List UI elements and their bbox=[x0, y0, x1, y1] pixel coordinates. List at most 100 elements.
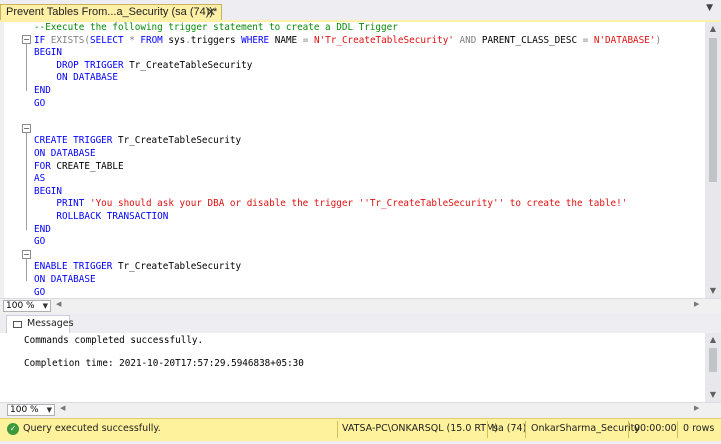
code-token: 'You should ask your DBA or disable the … bbox=[89, 198, 628, 210]
status-divider bbox=[677, 421, 678, 438]
code-token: GO bbox=[34, 236, 46, 248]
code-line: IF EXISTS(SELECT * FROM sys.triggers WHE… bbox=[34, 35, 661, 48]
scroll-right-icon[interactable]: ▶ bbox=[694, 404, 699, 412]
tab-messages[interactable]: Messages bbox=[6, 315, 74, 333]
code-line: ROLLBACK TRANSACTION bbox=[34, 211, 168, 224]
status-database: OnkarSharma_Security bbox=[531, 423, 641, 434]
code-token: IF bbox=[34, 34, 51, 46]
code-token: ENABLE TRIGGER bbox=[34, 261, 118, 273]
status-user: sa (74) bbox=[493, 423, 527, 434]
editor-zoom-select[interactable]: 100 % ▼ bbox=[3, 300, 51, 312]
code-token: PARENT_CLASS_DESC bbox=[481, 34, 583, 46]
code-line: END bbox=[34, 224, 51, 237]
code-line: FOR CREATE_TABLE bbox=[34, 161, 124, 174]
code-token: ON DATABASE bbox=[34, 274, 96, 285]
code-line: AS bbox=[34, 173, 45, 186]
code-token: GO bbox=[34, 97, 46, 109]
code-line: GO bbox=[34, 287, 45, 298]
code-token: CREATE_TABLE bbox=[56, 160, 124, 172]
code-token: END bbox=[34, 223, 51, 235]
fold-guide bbox=[26, 133, 27, 230]
status-message: Query executed successfully. bbox=[23, 423, 161, 434]
status-bar: ✓ Query executed successfully. VATSA-PC\… bbox=[0, 418, 721, 441]
code-token: BEGIN bbox=[34, 47, 62, 59]
messages-pane[interactable]: Commands completed successfully. Complet… bbox=[0, 333, 705, 402]
code-token: DROP TRIGGER bbox=[56, 59, 130, 71]
code-line: BEGIN bbox=[34, 186, 62, 199]
status-divider bbox=[628, 421, 629, 438]
code-line: BEGIN bbox=[34, 47, 62, 60]
scroll-right-icon[interactable]: ▶ bbox=[694, 300, 699, 308]
scrollbar-thumb[interactable] bbox=[709, 348, 717, 372]
code-token: AND bbox=[459, 34, 482, 46]
code-token: --Execute the following trigger statemen… bbox=[34, 22, 398, 33]
scroll-left-icon[interactable]: ◀ bbox=[60, 404, 65, 412]
code-token: BEGIN bbox=[34, 185, 62, 197]
close-icon[interactable]: ✕ bbox=[206, 5, 216, 20]
editor-zoom-value: 100 % bbox=[6, 301, 35, 311]
code-token: NAME bbox=[274, 34, 303, 46]
code-token: ROLLBACK TRANSACTION bbox=[56, 211, 169, 222]
fold-guide bbox=[26, 259, 27, 281]
code-token: N'Tr_CreateTableSecurity' bbox=[313, 34, 454, 46]
scroll-up-icon[interactable]: ▲ bbox=[705, 22, 721, 36]
results-zoom-select[interactable]: 100 % ▼ bbox=[7, 404, 55, 416]
tab-overflow-dropdown-icon[interactable]: ▼ bbox=[706, 3, 713, 13]
code-token: Tr_CreateTableSecurity bbox=[117, 135, 242, 147]
editor-gutter bbox=[0, 22, 4, 298]
status-divider bbox=[337, 421, 338, 438]
code-token: = bbox=[302, 34, 314, 46]
editor-vertical-scrollbar[interactable]: ▲ ▼ bbox=[705, 22, 721, 298]
collapse-region-icon[interactable]: − bbox=[22, 35, 31, 44]
code-line: DROP TRIGGER Tr_CreateTableSecurity bbox=[34, 60, 252, 73]
editor-horizontal-scrollbar[interactable]: 100 % ▼ ◀ ▶ bbox=[0, 298, 721, 313]
message-line: Completion time: 2021-10-20T17:57:29.594… bbox=[24, 358, 304, 369]
code-line: GO bbox=[34, 98, 45, 111]
code-token: * bbox=[129, 34, 141, 46]
scrollbar-thumb[interactable] bbox=[709, 38, 717, 182]
scroll-up-icon[interactable]: ▲ bbox=[705, 333, 721, 347]
code-line: GO bbox=[34, 236, 45, 249]
fold-guide bbox=[26, 44, 27, 91]
chevron-down-icon: ▼ bbox=[46, 406, 52, 414]
code-line: ENABLE TRIGGER Tr_CreateTableSecurity bbox=[34, 261, 241, 274]
code-line: ON DATABASE bbox=[34, 72, 118, 85]
scroll-down-icon[interactable]: ▼ bbox=[705, 284, 721, 298]
code-token: AS bbox=[34, 173, 46, 185]
results-zoom-value: 100 % bbox=[10, 405, 39, 415]
code-token: FROM bbox=[140, 34, 169, 46]
collapse-region-icon[interactable]: − bbox=[22, 124, 31, 133]
status-divider bbox=[487, 421, 488, 438]
messages-icon bbox=[13, 321, 22, 328]
collapse-region-icon[interactable]: − bbox=[22, 250, 31, 259]
code-token: FOR bbox=[34, 160, 57, 172]
code-token: = bbox=[582, 34, 594, 46]
messages-vertical-scrollbar[interactable]: ▲ ▼ bbox=[705, 333, 721, 402]
message-line: Commands completed successfully. bbox=[24, 335, 204, 346]
code-token: EXISTS bbox=[50, 34, 85, 46]
code-token: N'DATABASE' bbox=[593, 34, 656, 46]
code-token: Tr_CreateTableSecurity bbox=[117, 261, 242, 273]
tab-messages-label: Messages bbox=[27, 318, 74, 329]
code-token: CREATE TRIGGER bbox=[34, 135, 118, 147]
messages-horizontal-scrollbar[interactable]: 100 % ▼ ◀ ▶ bbox=[0, 402, 721, 417]
code-line: ON DATABASE bbox=[34, 274, 96, 287]
scroll-left-icon[interactable]: ◀ bbox=[56, 300, 61, 308]
document-tab[interactable]: Prevent Tables From...a_Security (sa (74… bbox=[0, 4, 222, 21]
chevron-down-icon: ▼ bbox=[42, 302, 48, 310]
code-token: GO bbox=[34, 286, 46, 298]
code-token: triggers bbox=[190, 34, 242, 46]
scroll-down-icon[interactable]: ▼ bbox=[705, 388, 721, 402]
document-tab-title: Prevent Tables From...a_Security (sa (74… bbox=[6, 6, 218, 18]
status-elapsed: 00:00:00 bbox=[634, 423, 677, 434]
status-server: VATSA-PC\ONKARSQL (15.0 RTM) bbox=[342, 423, 499, 434]
code-token: Tr_CreateTableSecurity bbox=[129, 59, 253, 71]
code-token: ON DATABASE bbox=[34, 148, 96, 159]
code-line: ON DATABASE bbox=[34, 148, 96, 161]
code-line: PRINT 'You should ask your DBA or disabl… bbox=[34, 198, 627, 211]
results-tab-bar bbox=[0, 313, 721, 333]
query-editor[interactable]: --Execute the following trigger statemen… bbox=[0, 22, 705, 298]
